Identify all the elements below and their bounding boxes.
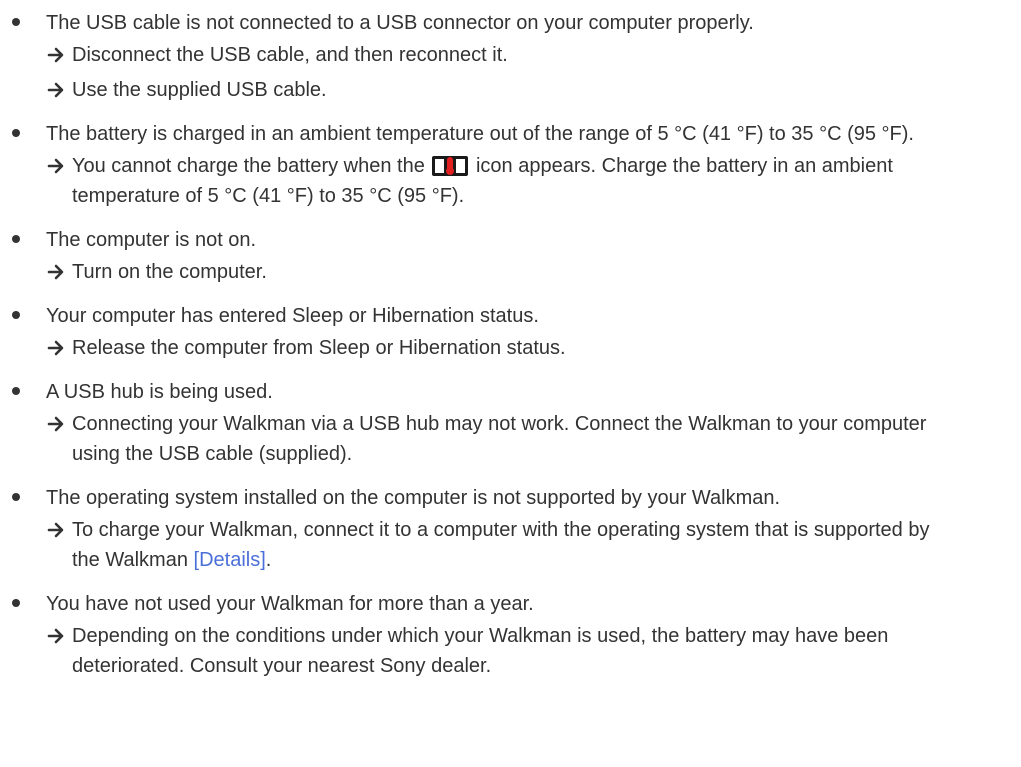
remedy-item: Release the computer from Sleep or Hiber… [46, 333, 1021, 363]
arrow-right-icon [47, 416, 64, 432]
details-link[interactable]: [Details] [194, 549, 266, 571]
troubleshooting-document: The USB cable is not connected to a USB … [0, 0, 1021, 681]
arrow-right-icon [47, 264, 64, 280]
arrow-right-icon [47, 522, 64, 538]
remedy-list: Release the computer from Sleep or Hiber… [46, 333, 1021, 363]
remedy-list: Turn on the computer. [46, 257, 1021, 287]
cause-item: The USB cable is not connected to a USB … [0, 0, 1021, 105]
bullet-icon [12, 387, 20, 395]
temperature-warning-icon [432, 156, 469, 176]
cause-text: A USB hub is being used. [46, 381, 273, 403]
remedy-text-before-icon: You cannot charge the battery when the [72, 155, 431, 177]
cause-item: You have not used your Walkman for more … [0, 589, 1021, 681]
cause-item: The operating system installed on the co… [0, 483, 1021, 575]
cause-item: The battery is charged in an ambient tem… [0, 119, 1021, 211]
remedy-text: Depending on the conditions under which … [72, 625, 889, 677]
arrow-right-icon [47, 47, 64, 63]
bullet-icon [12, 235, 20, 243]
cause-item: Your computer has entered Sleep or Hiber… [0, 301, 1021, 363]
bullet-icon [12, 311, 20, 319]
remedy-text: Turn on the computer. [72, 261, 267, 283]
remedy-list: Depending on the conditions under which … [46, 621, 1021, 681]
remedy-item: Use the supplied USB cable. [46, 75, 1021, 105]
remedy-text-after-link: . [265, 549, 272, 571]
remedy-text: Disconnect the USB cable, and then recon… [72, 44, 508, 66]
remedy-item: You cannot charge the battery when the i… [46, 151, 1021, 211]
remedy-item: Connecting your Walkman via a USB hub ma… [46, 409, 1021, 469]
arrow-right-icon [47, 628, 64, 644]
cause-text: Your computer has entered Sleep or Hiber… [46, 305, 539, 327]
remedy-item: Depending on the conditions under which … [46, 621, 1021, 681]
remedy-item: Turn on the computer. [46, 257, 1021, 287]
cause-text: The computer is not on. [46, 229, 257, 251]
remedy-list: Disconnect the USB cable, and then recon… [46, 40, 1021, 105]
remedy-item: To charge your Walkman, connect it to a … [46, 515, 1021, 575]
arrow-right-icon [47, 82, 64, 98]
cause-list: The USB cable is not connected to a USB … [0, 0, 1021, 681]
remedy-text: Connecting your Walkman via a USB hub ma… [72, 413, 927, 465]
remedy-list: You cannot charge the battery when the i… [46, 151, 1021, 211]
cause-text: The battery is charged in an ambient tem… [46, 123, 914, 145]
cause-text: You have not used your Walkman for more … [46, 593, 534, 615]
remedy-text: Release the computer from Sleep or Hiber… [72, 337, 566, 359]
cause-text: The operating system installed on the co… [46, 487, 781, 509]
bullet-icon [12, 129, 20, 137]
cause-item: A USB hub is being used. Connecting your… [0, 377, 1021, 469]
bullet-icon [12, 493, 20, 501]
bullet-icon [12, 18, 20, 26]
cause-item: The computer is not on. Turn on the comp… [0, 225, 1021, 287]
bullet-icon [12, 599, 20, 607]
arrow-right-icon [47, 158, 64, 174]
remedy-list: To charge your Walkman, connect it to a … [46, 515, 1021, 575]
remedy-text: Use the supplied USB cable. [72, 79, 327, 101]
arrow-right-icon [47, 340, 64, 356]
remedy-list: Connecting your Walkman via a USB hub ma… [46, 409, 1021, 469]
cause-text: The USB cable is not connected to a USB … [46, 12, 754, 34]
remedy-item: Disconnect the USB cable, and then recon… [46, 40, 1021, 70]
